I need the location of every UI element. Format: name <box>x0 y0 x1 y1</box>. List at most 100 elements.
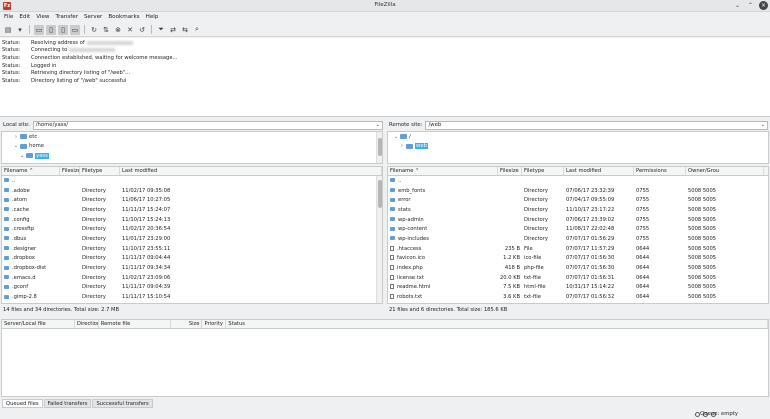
process-queue-icon[interactable]: ⇅ <box>101 25 111 35</box>
filter-icon[interactable]: ⏷ <box>156 25 166 35</box>
cancel-icon[interactable]: ⊗ <box>113 25 123 35</box>
tree-expander-icon[interactable]: ⌄ <box>12 143 20 149</box>
close-icon[interactable]: × <box>759 1 768 10</box>
file-row[interactable]: .. <box>388 176 768 186</box>
queue-column-header[interactable]: Remote file <box>99 320 171 328</box>
file-row[interactable]: stats Directory 11/10/17 23:17:22 0755 5008 … <box>388 205 768 215</box>
column-header-label: Filename <box>4 168 28 174</box>
file-type-cell: Directory <box>80 188 120 194</box>
file-row[interactable]: .dropbox Directory 11/11/17 09:04:44 <box>2 254 382 264</box>
file-row[interactable]: .crossftp Directory 11/02/17 20:36:54 <box>2 224 382 234</box>
file-list-scrollbar[interactable] <box>376 176 382 303</box>
local-site-input[interactable]: /home/yass/ ⌄ <box>32 120 383 130</box>
column-header[interactable]: Last modified <box>120 167 382 175</box>
tree-expander-icon[interactable]: ⌄ <box>18 153 26 159</box>
file-row[interactable]: .cache Directory 11/11/17 15:24:07 <box>2 205 382 215</box>
tree-item[interactable]: ⌄ / <box>388 132 768 142</box>
menu-file[interactable]: File <box>4 14 13 20</box>
tab-queued-files[interactable]: Queued files <box>2 399 43 408</box>
file-row[interactable]: .config Directory 11/10/17 15:24:13 <box>2 215 382 225</box>
column-header[interactable]: Filetype <box>80 167 120 175</box>
column-header[interactable]: Filename ⌃ <box>2 167 60 175</box>
tree-expander-icon[interactable]: ⌄ <box>392 134 400 140</box>
file-modified-cell: 07/07/17 01:56:32 <box>564 294 634 300</box>
refresh-icon[interactable]: ↻ <box>89 25 99 35</box>
queue-column-header[interactable]: Size <box>171 320 203 328</box>
toggle-queue-icon[interactable]: ▭ <box>70 24 80 35</box>
file-modified-cell: 11/02/17 20:36:54 <box>120 226 382 232</box>
file-row[interactable]: wp-includes Directory 07/07/17 01:56:29 075… <box>388 234 768 244</box>
file-row[interactable]: .gconf Directory 11/11/17 09:04:39 <box>2 283 382 293</box>
file-row[interactable]: .atom Directory 11/06/17 10:27:05 <box>2 195 382 205</box>
file-row[interactable]: favicon.ico 1.2 KB ico-file 07/07/17 01:56:… <box>388 254 768 264</box>
tree-item[interactable]: › etc <box>2 132 382 142</box>
file-row[interactable]: wp-content Directory 11/08/17 22:02:48 0755… <box>388 224 768 234</box>
file-row[interactable]: .htaccess 235 B File 07/07/17 11:57:29 0644 5… <box>388 244 768 254</box>
minimize-icon[interactable]: ⌄ <box>733 1 742 10</box>
column-header[interactable]: Owner/Grou <box>686 167 764 175</box>
tab-failed-transfers[interactable]: Failed transfers <box>43 399 92 408</box>
file-row[interactable]: .gimp-2.8 Directory 11/11/17 15:10:54 <box>2 292 382 302</box>
queue-header: Server/Local file Direction Remote file Siz… <box>2 320 768 329</box>
remote-site-input[interactable]: /web ⌄ <box>425 120 768 130</box>
file-modified: 11/08/17 22:02:48 <box>566 226 615 233</box>
column-header[interactable]: Filename ⌃ <box>388 167 498 175</box>
tree-item-label: web <box>415 143 428 150</box>
toolbar-separator <box>29 25 30 34</box>
file-row[interactable]: .designer Directory 11/10/17 23:55:11 <box>2 244 382 254</box>
log-row: Status: Retrieving directory listing of "… <box>0 69 770 77</box>
file-row[interactable]: error Directory 07/04/17 09:55:09 0755 5008 … <box>388 195 768 205</box>
maximize-icon[interactable]: ⌃ <box>746 1 755 10</box>
tab-successful-transfers[interactable]: Successful transfers <box>92 399 153 408</box>
tree-item[interactable]: › web <box>388 142 768 152</box>
file-row[interactable]: license.txt 20.0 KB txt-file 07/07/17 01:56… <box>388 273 768 283</box>
queue-column-header[interactable]: Priority <box>202 320 227 328</box>
toggle-log-icon[interactable]: ▭ <box>34 24 44 35</box>
column-header[interactable]: Filesize <box>498 167 522 175</box>
menu-help[interactable]: Help <box>146 14 159 20</box>
disconnect-icon[interactable]: ✕ <box>125 25 135 35</box>
compare-icon[interactable]: ⇄ <box>168 25 178 35</box>
tree-expander-icon[interactable]: › <box>398 143 406 149</box>
tree-scrollbar[interactable] <box>376 132 382 163</box>
scrollbar-thumb[interactable] <box>378 138 382 156</box>
column-header[interactable]: Filetype <box>522 167 564 175</box>
toggle-remote-tree-icon[interactable]: ▯ <box>58 24 68 35</box>
menu-server[interactable]: Server <box>84 14 102 20</box>
file-row[interactable]: index.php 418 B php-file 07/07/17 01:56:30 0… <box>388 263 768 273</box>
tree-expander-icon[interactable]: › <box>12 134 20 140</box>
folder-icon <box>4 207 9 212</box>
tree-item[interactable]: ⌄ home <box>2 142 382 152</box>
menu-bookmarks[interactable]: Bookmarks <box>108 14 139 20</box>
queue-column-header[interactable]: Direction <box>75 320 99 328</box>
file-row[interactable]: .. <box>2 176 382 186</box>
file-row[interactable]: .dbus Directory 11/01/17 23:29:00 <box>2 234 382 244</box>
column-header[interactable]: Permissions <box>634 167 686 175</box>
menu-transfer[interactable]: Transfer <box>56 14 79 20</box>
folder-icon <box>4 294 9 299</box>
file-row[interactable]: .emacs.d Directory 11/02/17 23:09:06 <box>2 273 382 283</box>
site-dropdown-icon[interactable]: ▾ <box>15 25 25 35</box>
column-header[interactable]: Filesize <box>60 167 80 175</box>
reconnect-icon[interactable]: ↺ <box>137 25 147 35</box>
file-row[interactable]: .dropbox-dist Directory 11/11/17 09:34:34 <box>2 263 382 273</box>
file-row[interactable]: emb_fonts Directory 07/06/17 23:32:39 0755 5… <box>388 186 768 196</box>
tree-item[interactable]: ⌄ yass <box>2 151 382 161</box>
file-row[interactable]: robots.txt 3.6 KB txt-file 07/07/17 01:56:3… <box>388 292 768 302</box>
chevron-down-icon[interactable]: ⌄ <box>761 122 765 129</box>
toggle-local-tree-icon[interactable]: ▯ <box>46 24 56 35</box>
file-name-cell: .designer <box>2 246 60 252</box>
sync-browse-icon[interactable]: ⇆ <box>180 25 190 35</box>
queue-column-header[interactable]: Status <box>226 320 768 328</box>
file-row[interactable]: .adobe Directory 11/02/17 09:35:08 <box>2 186 382 196</box>
queue-column-header[interactable]: Server/Local file <box>2 320 75 328</box>
site-manager-icon[interactable]: ▤ <box>3 25 13 35</box>
menu-view[interactable]: View <box>36 14 49 20</box>
file-row[interactable]: wp-admin Directory 07/06/17 23:39:02 0755 50… <box>388 215 768 225</box>
scrollbar-thumb[interactable] <box>378 180 382 208</box>
menu-edit[interactable]: Edit <box>19 14 30 20</box>
file-row[interactable]: readme.html 7.5 KB html-file 10/31/17 15:14… <box>388 283 768 293</box>
search-icon[interactable]: ⌕ <box>192 25 202 35</box>
chevron-down-icon[interactable]: ⌄ <box>376 122 380 129</box>
column-header[interactable]: Last modified <box>564 167 634 175</box>
